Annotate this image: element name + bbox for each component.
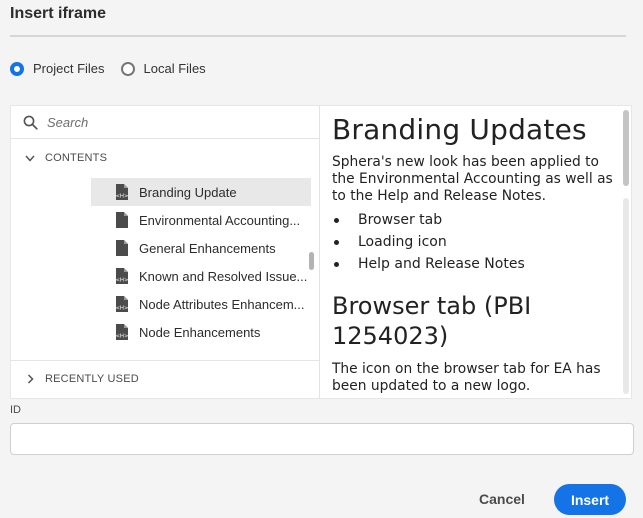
pane-divider bbox=[319, 106, 320, 398]
chevron-right-icon[interactable] bbox=[23, 374, 37, 384]
search-input[interactable] bbox=[47, 114, 297, 130]
title-divider bbox=[10, 35, 626, 37]
radio-local-files[interactable]: Local Files bbox=[120, 61, 206, 76]
tree-item-label: Known and Resolved Issue... bbox=[139, 268, 308, 284]
cancel-button[interactable]: Cancel bbox=[472, 484, 532, 514]
preview-scroll-track[interactable] bbox=[623, 198, 629, 394]
search-icon bbox=[23, 115, 38, 130]
radio-local-files-label: Local Files bbox=[143, 61, 206, 76]
search-bar bbox=[11, 106, 319, 139]
insert-button[interactable]: Insert bbox=[554, 484, 626, 515]
preview-body: The icon on the browser tab for EA has b… bbox=[332, 361, 601, 394]
preview-subheading: Browser tab (PBI 1254023) bbox=[332, 292, 532, 350]
preview-bullet: Browser tab bbox=[332, 209, 621, 231]
file-icon bbox=[116, 212, 128, 228]
file-browser: CONTENTS <H> Branding Update Environment… bbox=[10, 105, 632, 399]
svg-text:<H>: <H> bbox=[115, 278, 129, 284]
tree-item-label: Node Enhancements bbox=[139, 324, 261, 340]
recent-section-label: RECENTLY USED bbox=[45, 373, 139, 385]
html-file-icon: <H> bbox=[115, 296, 129, 312]
preview-heading: Branding Updates bbox=[332, 113, 587, 146]
file-tree: <H> Branding Update Environmental Accoun… bbox=[91, 178, 311, 346]
tree-item-general-enhancements[interactable]: General Enhancements bbox=[91, 234, 311, 262]
preview-pane: Branding Updates Sphera's new look has b… bbox=[321, 106, 621, 398]
contents-section-label: CONTENTS bbox=[45, 152, 108, 164]
radio-project-files-label: Project Files bbox=[33, 61, 105, 76]
tree-item-branding-update[interactable]: <H> Branding Update bbox=[91, 178, 311, 206]
file-icon bbox=[116, 240, 128, 256]
svg-text:<H>: <H> bbox=[115, 194, 129, 200]
tree-item-label: Branding Update bbox=[139, 184, 237, 200]
html-file-icon: <H> bbox=[115, 184, 129, 200]
preview-scrollbar[interactable] bbox=[623, 110, 629, 186]
contents-section-header[interactable]: CONTENTS bbox=[23, 152, 107, 164]
file-tree-pane: CONTENTS <H> Branding Update Environment… bbox=[11, 106, 319, 398]
preview-bullet-list: Browser tab Loading icon Help and Releas… bbox=[332, 209, 621, 275]
source-radio-group: Project Files Local Files bbox=[10, 61, 222, 76]
html-file-icon: <H> bbox=[115, 324, 129, 340]
tree-item-known-resolved-issues[interactable]: <H> Known and Resolved Issue... bbox=[91, 262, 311, 290]
radio-local-files-indicator[interactable] bbox=[120, 61, 135, 76]
tree-item-node-attributes[interactable]: <H> Node Attributes Enhancem... bbox=[91, 290, 311, 318]
preview-bullet: Help and Release Notes bbox=[332, 253, 621, 275]
id-field-label: ID bbox=[10, 404, 21, 416]
id-field[interactable] bbox=[10, 423, 634, 455]
tree-item-label: Node Attributes Enhancem... bbox=[139, 296, 305, 312]
html-file-icon: <H> bbox=[115, 268, 129, 284]
tree-item-label: Environmental Accounting... bbox=[139, 212, 301, 228]
recent-section-header[interactable]: RECENTLY USED bbox=[23, 373, 139, 385]
radio-project-files-indicator[interactable] bbox=[10, 61, 24, 76]
preview-bullet: Loading icon bbox=[332, 231, 621, 253]
tree-scrollbar[interactable] bbox=[309, 252, 314, 270]
tree-item-node-enhancements[interactable]: <H> Node Enhancements bbox=[91, 318, 311, 346]
dialog-title: Insert iframe bbox=[10, 5, 107, 22]
radio-project-files[interactable]: Project Files bbox=[10, 61, 105, 76]
section-divider bbox=[11, 360, 319, 361]
tree-item-label: General Enhancements bbox=[139, 240, 276, 256]
tree-item-environmental-accounting[interactable]: Environmental Accounting... bbox=[91, 206, 311, 234]
svg-text:<H>: <H> bbox=[115, 306, 129, 312]
chevron-down-icon[interactable] bbox=[23, 155, 37, 162]
preview-intro: Sphera's new look has been applied to th… bbox=[332, 154, 613, 204]
svg-text:<H>: <H> bbox=[115, 334, 129, 340]
